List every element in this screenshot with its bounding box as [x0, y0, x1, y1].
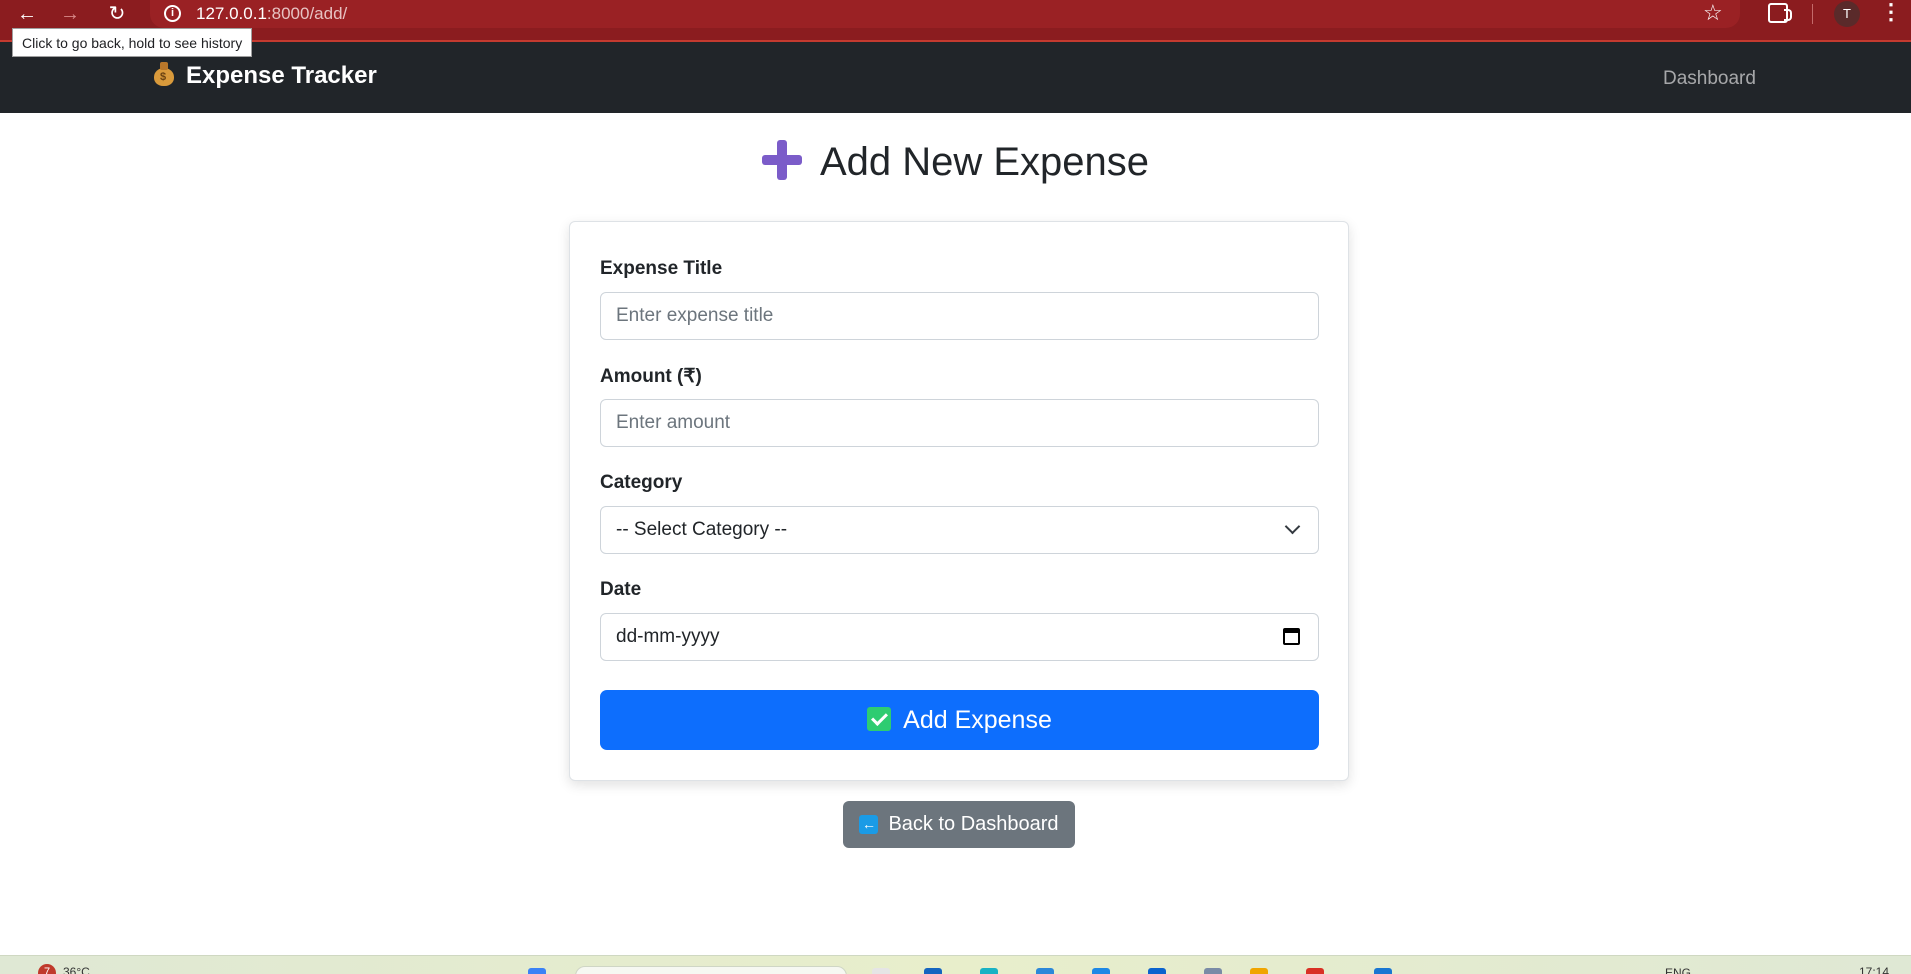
brand-text: Expense Tracker — [186, 62, 377, 89]
expense-title-input[interactable] — [600, 292, 1319, 340]
chrome-taskbar-icon[interactable] — [1306, 968, 1324, 974]
app-navbar: Expense Tracker Dashboard — [0, 42, 1911, 113]
site-info-icon[interactable]: i — [164, 5, 181, 22]
browser-toolbar: ← → ↻ i 127.0.0.1:8000/add/ ☆ T ⋮ — [0, 0, 1911, 42]
add-expense-label: Add Expense — [903, 706, 1052, 734]
start-icon[interactable] — [528, 968, 546, 974]
nav-link-dashboard[interactable]: Dashboard — [1663, 68, 1756, 90]
page-title: Add New Expense — [0, 140, 1911, 185]
taskbar-app-icon[interactable] — [1250, 968, 1268, 974]
calendar-icon[interactable] — [1283, 628, 1300, 645]
chevron-down-icon — [1284, 518, 1301, 535]
taskbar-app-icon[interactable] — [1148, 968, 1166, 974]
taskbar-app-icon[interactable] — [1374, 968, 1392, 974]
expense-form-card: Expense Title Amount (₹) Category -- Sel… — [569, 221, 1349, 781]
money-bag-icon — [152, 62, 176, 86]
plus-icon — [761, 140, 802, 180]
weather-temp[interactable]: 36°C — [63, 965, 90, 974]
category-selected-value: -- Select Category -- — [616, 519, 788, 540]
language-indicator[interactable]: ENG — [1665, 966, 1691, 974]
brand-link[interactable]: Expense Tracker — [152, 62, 377, 90]
profile-avatar[interactable]: T — [1834, 1, 1860, 27]
extensions-icon[interactable] — [1768, 3, 1792, 23]
date-placeholder: dd-mm-yyyy — [616, 626, 720, 647]
date-input[interactable]: dd-mm-yyyy — [600, 613, 1319, 661]
back-arrow-icon[interactable]: ← — [12, 2, 42, 26]
reload-icon[interactable]: ↻ — [102, 2, 132, 26]
url-text[interactable]: 127.0.0.1:8000/add/ — [196, 4, 347, 24]
back-to-dashboard-label: Back to Dashboard — [888, 813, 1059, 835]
taskbar-app-icon[interactable] — [872, 968, 890, 974]
page-title-text: Add New Expense — [819, 140, 1150, 184]
date-label: Date — [600, 579, 642, 600]
amount-label: Amount (₹) — [600, 366, 702, 387]
check-icon — [867, 707, 892, 731]
taskbar-app-icon[interactable] — [1036, 968, 1054, 974]
weather-badge[interactable]: 7 — [38, 964, 56, 974]
taskbar-app-icon[interactable] — [1092, 968, 1110, 974]
url-path: :8000/add/ — [266, 4, 348, 23]
forward-arrow-icon[interactable]: → — [55, 2, 85, 26]
back-tooltip: Click to go back, hold to see history — [12, 28, 253, 57]
taskbar-app-icon[interactable] — [980, 968, 998, 974]
bookmark-star-icon[interactable]: ☆ — [1703, 0, 1723, 26]
category-select[interactable]: -- Select Category -- — [600, 506, 1319, 554]
expense-title-label: Expense Title — [600, 258, 723, 279]
back-to-dashboard-button[interactable]: ← Back to Dashboard — [843, 801, 1075, 848]
clock[interactable]: 17:14 — [1859, 965, 1889, 974]
os-taskbar: 7 36°C ENG 17:14 — [0, 955, 1911, 974]
amount-input[interactable] — [600, 399, 1319, 447]
address-bar[interactable]: i 127.0.0.1:8000/add/ — [150, 0, 1740, 28]
category-label: Category — [600, 472, 683, 493]
left-arrow-icon: ← — [859, 815, 879, 834]
taskbar-search[interactable] — [575, 966, 847, 974]
add-expense-button[interactable]: Add Expense — [600, 690, 1319, 750]
taskbar-app-icon[interactable] — [924, 968, 942, 974]
url-host: 127.0.0.1 — [196, 4, 267, 23]
toolbar-divider — [1812, 4, 1813, 24]
kebab-menu-icon[interactable]: ⋮ — [1880, 0, 1902, 25]
taskbar-app-icon[interactable] — [1204, 968, 1222, 974]
